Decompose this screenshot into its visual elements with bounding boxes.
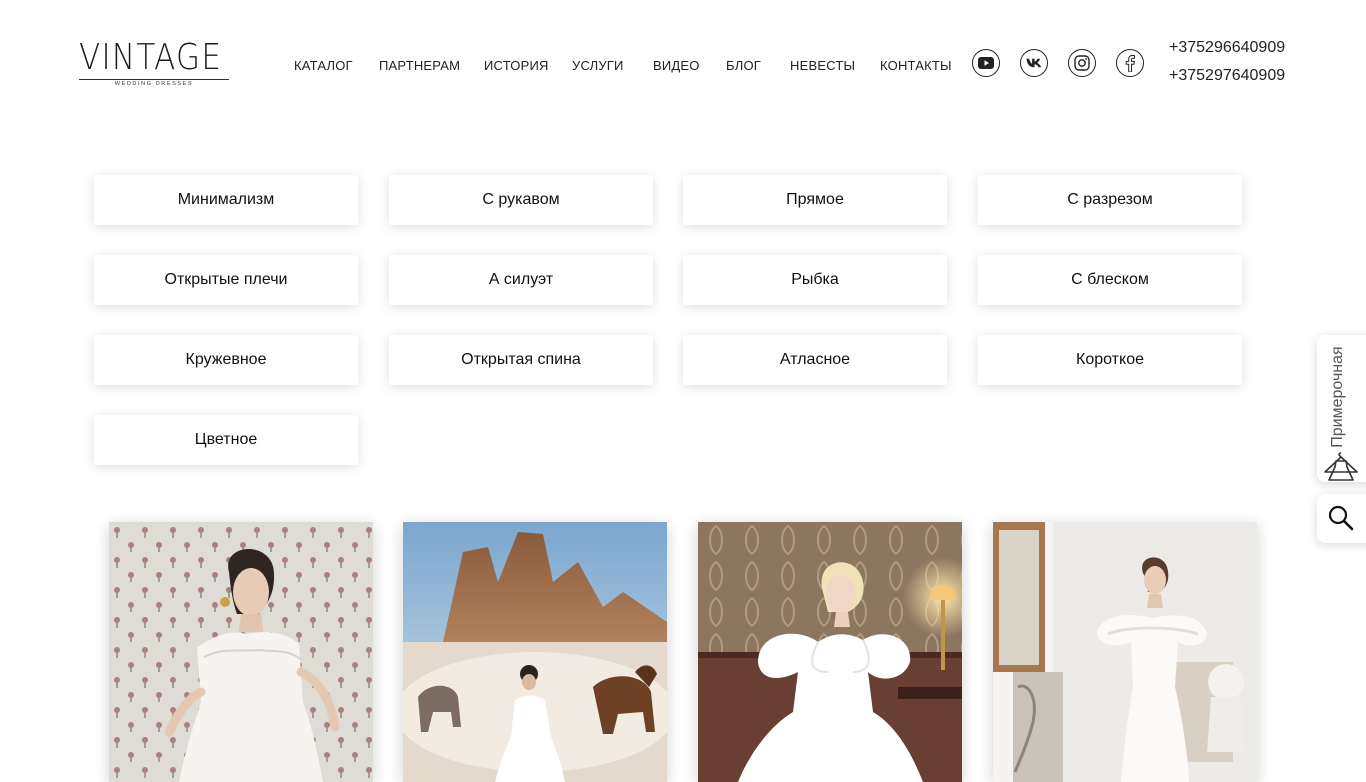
- filter-minimalism[interactable]: Минимализм: [94, 175, 358, 225]
- product-image-2: [403, 522, 667, 782]
- search-icon: [1328, 505, 1354, 531]
- nav-item-catalog[interactable]: КАТАЛОГ: [294, 56, 353, 76]
- logo-wordmark: VINTAGE: [79, 37, 223, 78]
- instagram-icon[interactable]: [1068, 49, 1096, 77]
- filter-with-sleeve[interactable]: С рукавом: [389, 175, 653, 225]
- fitting-room-widget[interactable]: Примерочная: [1317, 335, 1366, 482]
- filter-straight[interactable]: Прямое: [683, 175, 947, 225]
- nav-item-blog[interactable]: БЛОГ: [726, 56, 761, 76]
- product-card-2[interactable]: [403, 522, 667, 782]
- phone-link-1[interactable]: +375296640909: [1169, 38, 1285, 58]
- nav-item-brides[interactable]: НЕВЕСТЫ: [790, 56, 855, 76]
- filter-colored[interactable]: Цветное: [94, 415, 358, 465]
- vk-icon[interactable]: [1020, 49, 1048, 77]
- filter-open-shoulders[interactable]: Открытые плечи: [94, 255, 358, 305]
- filter-a-line[interactable]: А силуэт: [389, 255, 653, 305]
- logo-tagline: WEDDING DRESSES: [114, 81, 194, 87]
- nav-item-history[interactable]: ИСТОРИЯ: [484, 56, 549, 76]
- dress-hanger-icon: [1324, 452, 1358, 481]
- filter-lace[interactable]: Кружевное: [94, 335, 358, 385]
- product-card-1[interactable]: [109, 522, 373, 782]
- nav-item-video[interactable]: ВИДЕО: [653, 56, 700, 76]
- product-image-3: [698, 522, 962, 782]
- nav-item-services[interactable]: УСЛУГИ: [572, 56, 624, 76]
- filter-sparkle[interactable]: С блеском: [978, 255, 1242, 305]
- nav-item-contacts[interactable]: КОНТАКТЫ: [880, 56, 952, 76]
- search-widget[interactable]: [1317, 494, 1366, 543]
- nav-item-partners[interactable]: ПАРТНЕРАМ: [379, 56, 460, 76]
- filter-satin[interactable]: Атласное: [683, 335, 947, 385]
- product-image-4: [993, 522, 1257, 782]
- filter-short[interactable]: Короткое: [978, 335, 1242, 385]
- filter-with-slit[interactable]: С разрезом: [978, 175, 1242, 225]
- filter-mermaid[interactable]: Рыбка: [683, 255, 947, 305]
- logo[interactable]: VINTAGE WEDDING DRESSES: [79, 38, 231, 90]
- facebook-icon[interactable]: [1116, 49, 1144, 77]
- youtube-icon[interactable]: [972, 49, 1000, 77]
- fitting-room-label: Примерочная: [1329, 346, 1346, 448]
- product-card-3[interactable]: [698, 522, 962, 782]
- filter-open-back[interactable]: Открытая спина: [389, 335, 653, 385]
- product-image-1: [109, 522, 373, 782]
- product-card-4[interactable]: [993, 522, 1257, 782]
- phone-link-2[interactable]: +375297640909: [1169, 66, 1285, 86]
